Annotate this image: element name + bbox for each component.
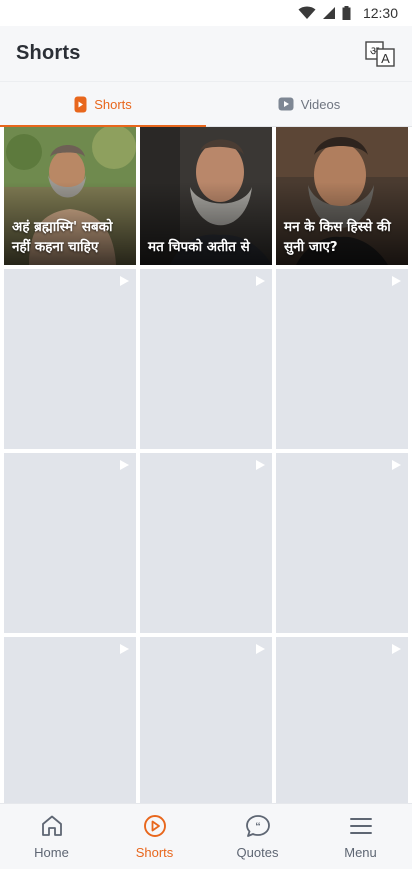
short-card-placeholder[interactable] — [276, 453, 408, 633]
tab-shorts-label: Shorts — [94, 96, 132, 112]
status-time: 12:30 — [362, 5, 398, 21]
shorts-logo-icon — [74, 96, 87, 112]
short-card-placeholder[interactable] — [4, 269, 136, 449]
tab-shorts[interactable]: Shorts — [0, 82, 206, 127]
play-badge-icon — [120, 644, 129, 654]
home-icon — [41, 815, 62, 836]
nav-quotes-label: Quotes — [236, 845, 279, 860]
nav-home-label: Home — [34, 845, 69, 860]
svg-text:A: A — [381, 51, 390, 66]
play-badge-icon — [120, 276, 129, 286]
short-card-placeholder[interactable] — [4, 637, 136, 817]
nav-shorts[interactable]: Shorts — [103, 804, 206, 869]
tab-videos[interactable]: Videos — [206, 82, 412, 126]
tab-bar: Shorts Videos — [0, 82, 412, 127]
shorts-grid: अहं ब्रह्मास्मि' सबको नहीं कहना चाहिए मत… — [4, 127, 408, 817]
short-card-placeholder[interactable] — [140, 453, 272, 633]
short-card-placeholder[interactable] — [140, 637, 272, 817]
translate-icon: अ A — [365, 40, 395, 67]
short-card-placeholder[interactable] — [140, 269, 272, 449]
nav-menu-label: Menu — [344, 845, 377, 860]
signal-icon — [322, 7, 335, 19]
tab-videos-label: Videos — [300, 96, 341, 112]
play-badge-icon — [256, 644, 265, 654]
short-card-placeholder[interactable] — [276, 269, 408, 449]
nav-menu[interactable]: Menu — [309, 804, 412, 869]
svg-text:“: “ — [255, 821, 261, 833]
nav-quotes[interactable]: “ Quotes — [206, 804, 309, 869]
short-card[interactable]: अहं ब्रह्मास्मि' सबको नहीं कहना चाहिए — [4, 127, 136, 265]
short-card[interactable]: मन के किस हिस्से की सुनी जाए? — [276, 127, 408, 265]
play-badge-icon — [256, 460, 265, 470]
bottom-navigation: Home Shorts “ Quotes Menu — [0, 803, 412, 869]
battery-icon — [342, 6, 351, 20]
nav-home[interactable]: Home — [0, 804, 103, 869]
play-badge-icon — [120, 460, 129, 470]
play-circle-icon — [143, 815, 166, 837]
play-badge-icon — [392, 276, 401, 286]
wifi-icon — [298, 6, 316, 19]
short-caption: मत चिपको अतीत से — [148, 239, 250, 255]
status-bar: 12:30 — [0, 0, 412, 26]
play-badge-icon — [256, 276, 265, 286]
video-play-icon — [278, 97, 294, 111]
quote-bubble-icon: “ — [245, 815, 270, 837]
short-card-placeholder[interactable] — [276, 637, 408, 817]
app-bar: Shorts अ A — [0, 26, 412, 82]
language-button[interactable]: अ A — [364, 38, 396, 70]
play-badge-icon — [392, 460, 401, 470]
short-caption: अहं ब्रह्मास्मि' सबको नहीं कहना चाहिए — [12, 219, 113, 255]
short-card[interactable]: मत चिपको अतीत से — [140, 127, 272, 265]
page-title: Shorts — [16, 42, 81, 64]
short-caption: मन के किस हिस्से की सुनी जाए? — [284, 219, 391, 255]
play-badge-icon — [392, 644, 401, 654]
short-card-placeholder[interactable] — [4, 453, 136, 633]
nav-shorts-label: Shorts — [135, 845, 174, 860]
menu-icon — [349, 818, 372, 834]
